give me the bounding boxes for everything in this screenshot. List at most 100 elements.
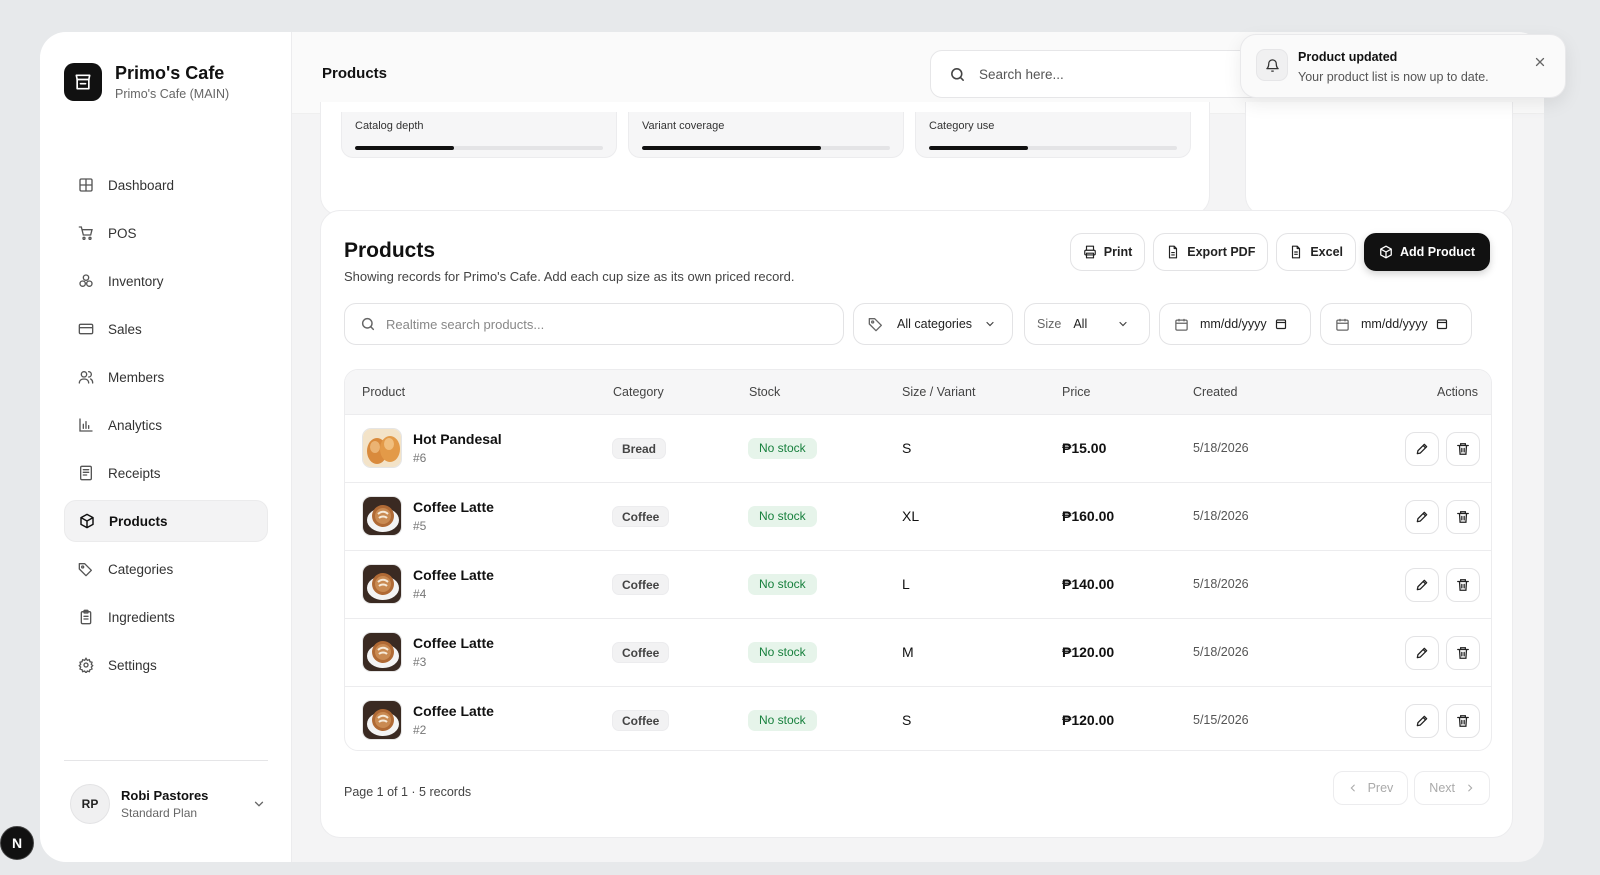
sidebar-item-members[interactable]: Members [64,356,268,398]
category-select-value: All categories [897,317,973,331]
prev-page-button[interactable]: Prev [1332,771,1409,805]
chevron-left-icon [1350,784,1355,792]
next-page-button[interactable]: Next [1414,771,1490,805]
page-title: Products [322,65,388,82]
sidebar-item-sales[interactable]: Sales [64,308,268,350]
table-row[interactable]: Hot Pandesal #6 Bread No stock S ₱15.00 … [345,414,1491,482]
price-value: ₱120.00 [1062,644,1115,660]
table-row[interactable]: Coffee Latte #3 Coffee No stock M ₱120.0… [345,618,1491,686]
pencil-icon [1416,579,1428,591]
tags-icon [78,563,92,577]
global-search-placeholder: Search here... [979,66,1064,82]
edit-button[interactable] [1405,500,1439,534]
delete-button[interactable] [1446,568,1480,602]
grid-icon [79,178,93,192]
column-header-stock[interactable]: Stock [749,385,780,399]
product-id: #4 [413,587,427,601]
sidebar-item-settings[interactable]: Settings [64,644,268,686]
stock-badge: No stock [748,506,817,527]
coffee-thumbnail [362,496,402,536]
pencil-icon [1416,715,1428,727]
date-from-input[interactable]: mm/dd/yyyy [1159,303,1311,345]
sidebar-item-label: Members [108,369,165,385]
date-to-input[interactable]: mm/dd/yyyy [1320,303,1472,345]
table-row[interactable]: Coffee Latte #4 Coffee No stock L ₱140.0… [345,550,1491,618]
product-name: Coffee Latte [413,567,494,583]
export-pdf-button[interactable]: Export PDF [1153,233,1269,271]
dev-badge[interactable]: N [0,826,34,860]
category-select[interactable]: All categories [853,303,1013,345]
user-plan: Standard Plan [121,806,198,820]
delete-button[interactable] [1446,704,1480,738]
delete-button[interactable] [1446,636,1480,670]
search-icon [361,317,375,331]
calendar-picker-icon[interactable] [1275,318,1287,330]
date-to-value: mm/dd/yyyy [1361,317,1428,331]
avatar: RP [70,784,110,824]
edit-button[interactable] [1405,568,1439,602]
print-button[interactable]: Print [1069,233,1146,271]
edit-button[interactable] [1405,432,1439,466]
delete-button[interactable] [1446,432,1480,466]
tags-icon [868,318,882,332]
excel-button[interactable]: Excel [1276,233,1356,271]
stock-badge: No stock [748,710,817,731]
chevron-down-icon[interactable] [252,797,266,811]
sidebar-divider [64,760,268,761]
sidebar-item-pos[interactable]: POS [64,212,268,254]
delete-button[interactable] [1446,500,1480,534]
sidebar-item-ingredients[interactable]: Ingredients [64,596,268,638]
prev-label: Prev [1367,781,1394,795]
table-row[interactable]: Coffee Latte #5 Coffee No stock XL ₱160.… [345,482,1491,550]
metric-label: Catalog depth [355,120,424,132]
sidebar-item-analytics[interactable]: Analytics [64,404,268,446]
add-product-button[interactable]: Add Product [1364,233,1490,271]
user-menu[interactable]: RP Robi Pastores Standard Plan [70,784,266,824]
table-row[interactable]: Coffee Latte #2 Coffee No stock S ₱120.0… [345,686,1491,750]
sidebar-item-label: POS [108,225,137,241]
close-icon[interactable] [1533,55,1547,69]
toast-notification: Product updated Your product list is now… [1240,34,1566,98]
sidebar-item-receipts[interactable]: Receipts [64,452,268,494]
pagination-summary: Page 1 of 1 · 5 records [344,785,472,799]
column-header-category[interactable]: Category [613,385,664,399]
column-header-price[interactable]: Price [1062,385,1090,399]
column-header-created[interactable]: Created [1193,385,1237,399]
column-header-size[interactable]: Size / Variant [902,385,975,399]
brand-branch: Primo's Cafe (MAIN) [115,87,230,101]
category-badge: Bread [612,438,667,459]
column-header-product[interactable]: Product [362,385,405,399]
table-header: Product Category Stock Size / Variant Pr… [345,370,1491,414]
stock-badge: No stock [748,642,817,663]
price-value: ₱120.00 [1062,712,1115,728]
size-select[interactable]: Size All [1024,303,1150,345]
sidebar-item-label: Settings [108,657,157,673]
gear-icon [78,657,94,673]
sidebar-item-categories[interactable]: Categories [64,548,268,590]
created-date: 5/18/2026 [1193,509,1249,523]
product-search[interactable] [344,303,844,345]
filters-bar: All categories Size All mm/dd/yyyy mm/dd… [344,303,1492,345]
sidebar-item-products[interactable]: Products [64,500,268,542]
metric-progress-fill [642,146,821,150]
bread-thumbnail [362,428,402,468]
printer-icon [1083,245,1096,259]
product-search-input[interactable] [386,316,806,332]
trash-icon [1457,443,1469,455]
created-date: 5/15/2026 [1193,713,1249,727]
sidebar-item-dashboard[interactable]: Dashboard [64,164,268,206]
sidebar-nav: Dashboard POS Inventory Sales Members An… [64,164,268,692]
brand[interactable]: Primo's Cafe Primo's Cafe (MAIN) [64,62,229,101]
metric-progress-fill [929,146,1029,150]
coffee-thumbnail [362,700,402,740]
receipt-icon [80,465,92,481]
calendar-picker-icon[interactable] [1436,318,1448,330]
category-badge: Coffee [612,506,670,527]
metric-progress [929,146,1177,150]
sidebar-item-inventory[interactable]: Inventory [64,260,268,302]
edit-button[interactable] [1405,704,1439,738]
pencil-icon [1416,443,1428,455]
edit-button[interactable] [1405,636,1439,670]
created-date: 5/18/2026 [1193,441,1249,455]
category-badge: Coffee [612,710,670,731]
